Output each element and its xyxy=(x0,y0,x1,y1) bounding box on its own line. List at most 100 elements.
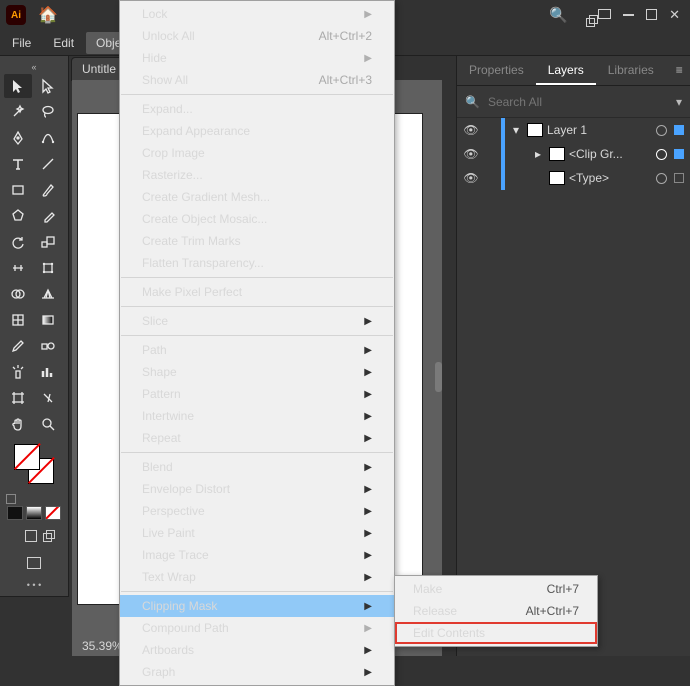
lasso-tool[interactable] xyxy=(34,100,62,124)
shape-builder-tool[interactable] xyxy=(4,282,32,306)
blend-tool[interactable] xyxy=(34,334,62,358)
home-icon[interactable]: 🏠 xyxy=(38,5,58,25)
tab-properties[interactable]: Properties xyxy=(457,56,536,85)
app-badge: Ai xyxy=(6,5,26,25)
expand-icon[interactable]: ▸ xyxy=(531,147,545,161)
layer-row[interactable]: 👁 ▸ <Clip Gr... xyxy=(457,142,690,166)
menu-item[interactable]: Pattern▶ xyxy=(120,383,394,405)
edit-toolbar-icon[interactable]: • • • xyxy=(4,580,64,590)
menu-item[interactable]: Path▶ xyxy=(120,339,394,361)
line-segment-tool[interactable] xyxy=(34,152,62,176)
menu-item[interactable]: Make Pixel Perfect xyxy=(120,281,394,303)
tab-layers[interactable]: Layers xyxy=(536,56,596,85)
submenu-arrow-icon: ▶ xyxy=(364,345,372,356)
free-transform-tool[interactable] xyxy=(34,256,62,280)
target-icon[interactable] xyxy=(656,125,667,136)
menu-item[interactable]: Intertwine▶ xyxy=(120,405,394,427)
menu-item[interactable]: Text Wrap▶ xyxy=(120,566,394,588)
hand-tool[interactable] xyxy=(4,412,32,436)
vertical-scrollbar[interactable] xyxy=(435,362,442,392)
tab-libraries[interactable]: Libraries xyxy=(596,56,666,85)
menu-item: Crop Image xyxy=(120,142,394,164)
submenu-item[interactable]: ReleaseAlt+Ctrl+7 xyxy=(395,600,597,622)
direct-selection-tool[interactable] xyxy=(34,74,62,98)
default-swatch-icon[interactable] xyxy=(6,494,16,504)
submenu-arrow-icon: ▶ xyxy=(364,506,372,517)
color-mode-none[interactable] xyxy=(45,506,61,520)
layer-name[interactable]: <Clip Gr... xyxy=(569,147,648,161)
fill-swatch[interactable] xyxy=(14,444,40,470)
symbol-sprayer-tool[interactable] xyxy=(4,360,32,384)
curvature-tool[interactable] xyxy=(34,126,62,150)
mesh-tool[interactable] xyxy=(4,308,32,332)
shaper-tool[interactable] xyxy=(4,204,32,228)
color-mode-gradient[interactable] xyxy=(26,506,42,520)
submenu-item[interactable]: Edit Contents xyxy=(395,622,597,644)
rectangle-tool[interactable] xyxy=(4,178,32,202)
selection-indicator[interactable] xyxy=(674,173,684,183)
menu-item: Unlock AllAlt+Ctrl+2 xyxy=(120,25,394,47)
type-tool[interactable] xyxy=(4,152,32,176)
fill-stroke-swatches[interactable] xyxy=(4,444,64,500)
submenu-item[interactable]: MakeCtrl+7 xyxy=(395,578,597,600)
menu-item[interactable]: Artboards▶ xyxy=(120,639,394,661)
menu-item[interactable]: Blend▶ xyxy=(120,456,394,478)
gradient-tool[interactable] xyxy=(34,308,62,332)
target-icon[interactable] xyxy=(656,173,667,184)
layer-row[interactable]: 👁 <Type> xyxy=(457,166,690,190)
menu-item[interactable]: Repeat▶ xyxy=(120,427,394,449)
eraser-tool[interactable] xyxy=(34,204,62,228)
menu-item[interactable]: Clipping Mask▶ xyxy=(120,595,394,617)
perspective-grid-tool[interactable] xyxy=(34,282,62,306)
close-button[interactable]: ✕ xyxy=(669,7,680,23)
layer-name[interactable]: Layer 1 xyxy=(547,123,648,137)
search-icon[interactable]: 🔍 xyxy=(549,6,568,24)
width-tool[interactable] xyxy=(4,256,32,280)
toolbar-collapse[interactable]: « xyxy=(4,62,64,72)
target-icon[interactable] xyxy=(656,149,667,160)
layer-row[interactable]: 👁 ▾ Layer 1 xyxy=(457,118,690,142)
paintbrush-tool[interactable] xyxy=(34,178,62,202)
layer-search-input[interactable] xyxy=(488,95,668,109)
menu-edit[interactable]: Edit xyxy=(43,32,84,54)
layer-name[interactable]: <Type> xyxy=(569,171,648,185)
selection-tool[interactable] xyxy=(4,74,32,98)
menu-item[interactable]: Flatten Transparency... xyxy=(120,252,394,274)
menu-item[interactable]: Image Trace▶ xyxy=(120,544,394,566)
menu-item[interactable]: Create Trim Marks xyxy=(120,230,394,252)
menu-item[interactable]: Shape▶ xyxy=(120,361,394,383)
rotate-tool[interactable] xyxy=(4,230,32,254)
selection-indicator[interactable] xyxy=(674,125,684,135)
menu-item[interactable]: Envelope Distort▶ xyxy=(120,478,394,500)
scale-tool[interactable] xyxy=(34,230,62,254)
selection-indicator[interactable] xyxy=(674,149,684,159)
menu-item[interactable]: Live Paint▶ xyxy=(120,522,394,544)
menu-file[interactable]: File xyxy=(2,32,41,54)
filter-icon[interactable]: ▾ xyxy=(676,95,682,109)
eyedropper-tool[interactable] xyxy=(4,334,32,358)
visibility-icon[interactable]: 👁 xyxy=(463,123,479,137)
workspace-icon[interactable] xyxy=(598,8,611,22)
zoom-tool[interactable] xyxy=(34,412,62,436)
maximize-button[interactable] xyxy=(646,8,657,23)
slice-tool[interactable] xyxy=(34,386,62,410)
menu-item[interactable]: Rasterize... xyxy=(120,164,394,186)
menu-item[interactable]: Perspective▶ xyxy=(120,500,394,522)
magic-wand-tool[interactable] xyxy=(4,100,32,124)
pen-tool[interactable] xyxy=(4,126,32,150)
visibility-icon[interactable]: 👁 xyxy=(463,171,479,185)
menu-item[interactable]: Slice▶ xyxy=(120,310,394,332)
draw-normal-icon[interactable] xyxy=(25,530,37,545)
expand-icon[interactable]: ▾ xyxy=(509,123,523,137)
menu-item[interactable]: Create Gradient Mesh... xyxy=(120,186,394,208)
minimize-button[interactable] xyxy=(623,8,634,23)
visibility-icon[interactable]: 👁 xyxy=(463,147,479,161)
menu-item[interactable]: Graph▶ xyxy=(120,661,394,683)
screen-mode-icon[interactable] xyxy=(27,557,41,572)
panel-menu-icon[interactable]: ≡ xyxy=(666,56,690,85)
artboard-tool[interactable] xyxy=(4,386,32,410)
zoom-value[interactable]: 35.39% xyxy=(82,639,123,653)
menu-item[interactable]: Expand... xyxy=(120,98,394,120)
column-graph-tool[interactable] xyxy=(34,360,62,384)
color-mode-solid[interactable] xyxy=(7,506,23,520)
